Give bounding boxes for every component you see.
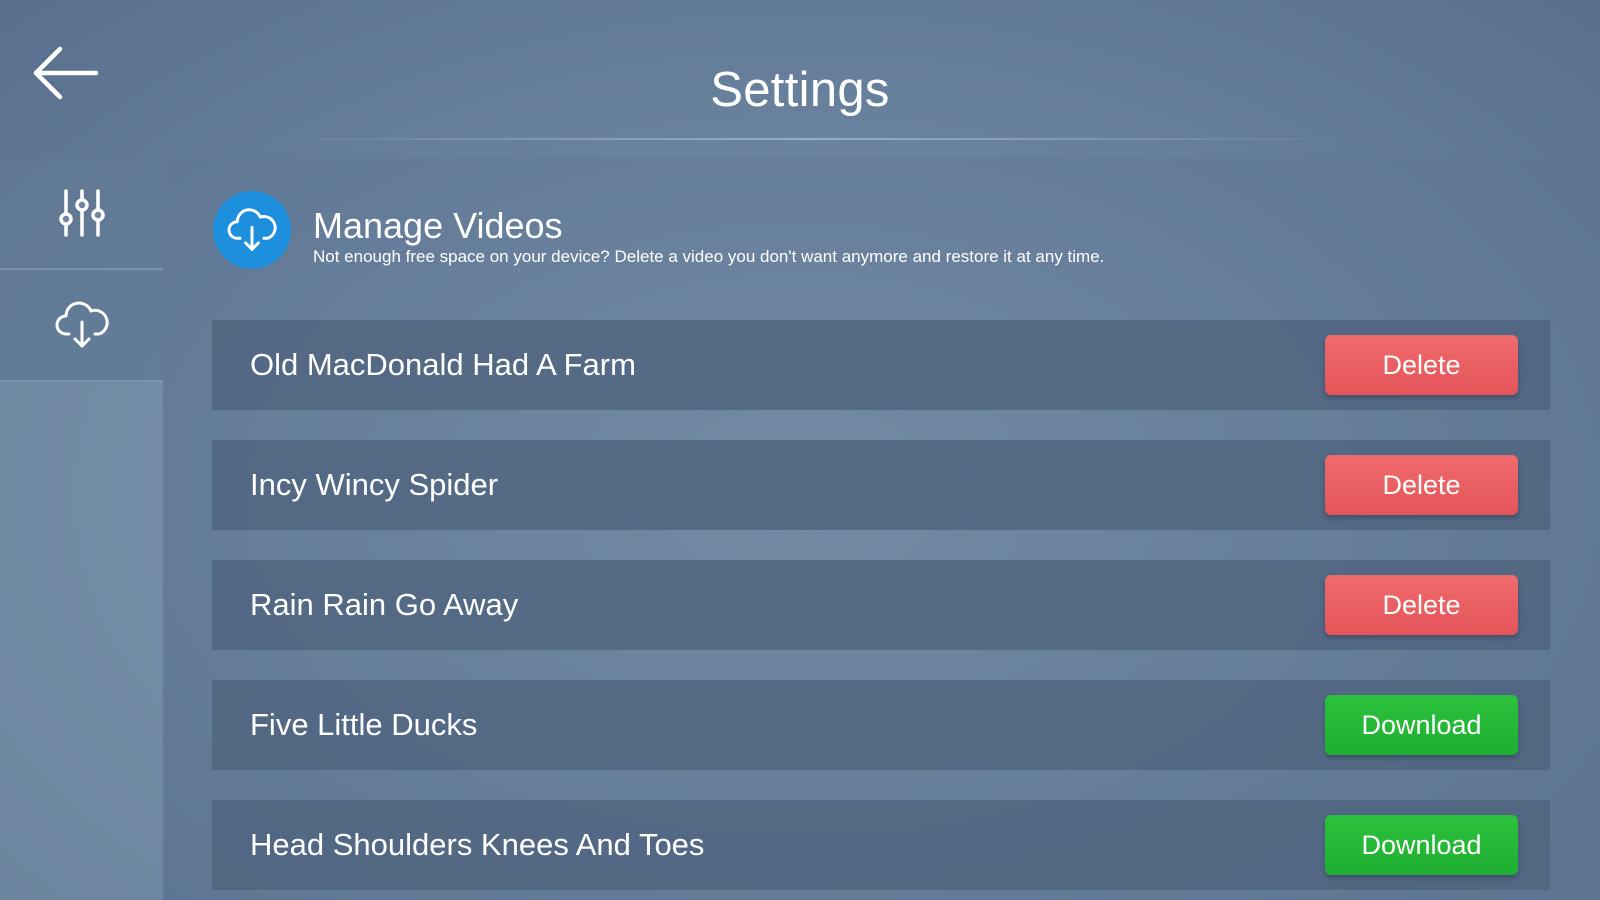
sidebar [0,158,163,900]
download-button[interactable]: Download [1325,695,1518,755]
video-title: Head Shoulders Knees And Toes [250,827,705,862]
video-title: Old MacDonald Had A Farm [250,347,636,382]
title-divider [260,138,1360,140]
cloud-download-icon [55,301,109,348]
video-row: Old MacDonald Had A Farm Delete [212,320,1550,410]
video-title: Incy Wincy Spider [250,467,499,502]
delete-button[interactable]: Delete [1325,455,1518,515]
section-title: Manage Videos [313,205,563,246]
delete-button[interactable]: Delete [1325,335,1518,395]
section-description: Not enough free space on your device? De… [313,247,1105,266]
video-row: Five Little Ducks Download [212,680,1550,770]
video-title: Five Little Ducks [250,707,478,742]
page-title: Settings [710,63,890,117]
video-row: Rain Rain Go Away Delete [212,560,1550,650]
video-title: Rain Rain Go Away [250,587,519,622]
video-row: Incy Wincy Spider Delete [212,440,1550,530]
video-row: Head Shoulders Knees And Toes Download [212,800,1550,890]
download-button[interactable]: Download [1325,815,1518,875]
delete-button[interactable]: Delete [1325,575,1518,635]
manage-videos-badge [213,191,291,269]
sidebar-item-manage-videos[interactable] [0,270,163,382]
cloud-download-icon [227,208,277,251]
sliders-icon [58,189,105,237]
sidebar-item-general-settings[interactable] [0,158,163,270]
